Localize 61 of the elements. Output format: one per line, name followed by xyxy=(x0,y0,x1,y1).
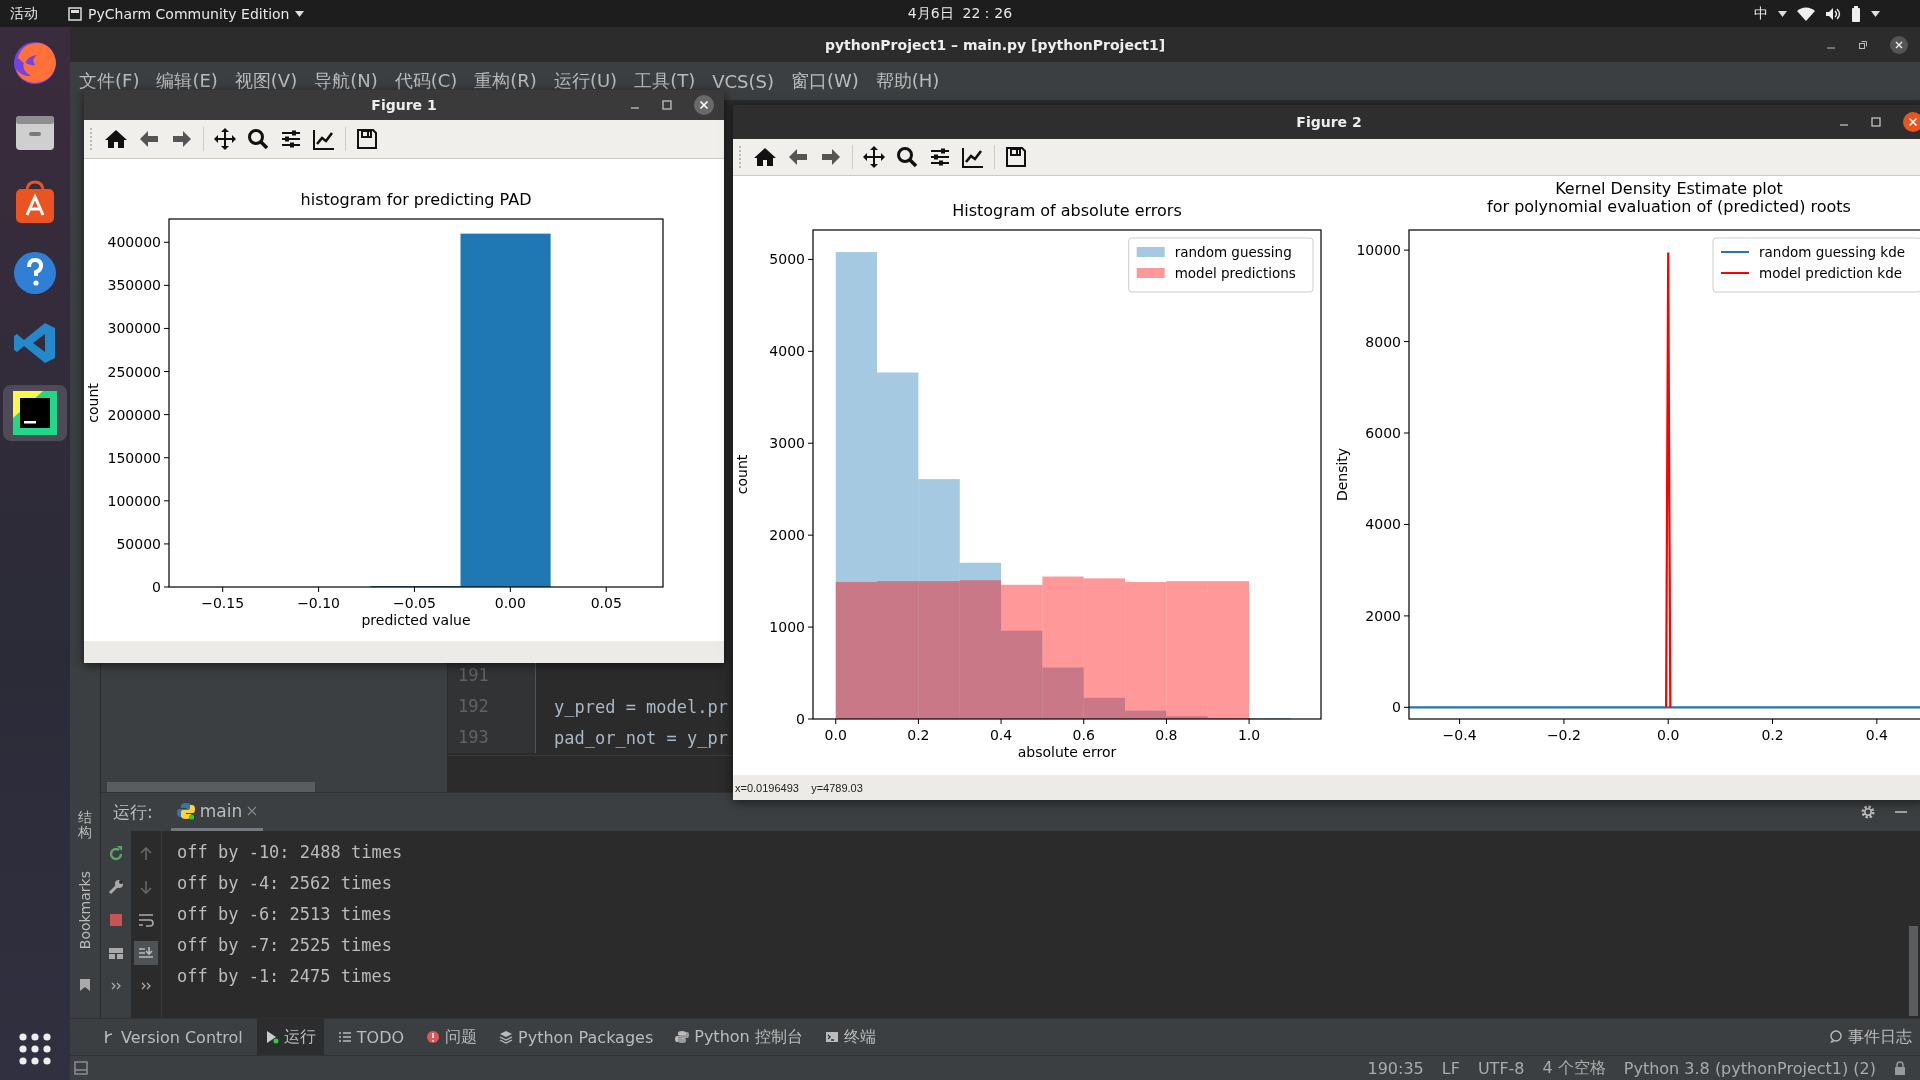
console-line: off by -10: 2488 times xyxy=(177,841,403,864)
axis-label: count xyxy=(85,383,101,423)
code-line: y_pred = model.pr xyxy=(554,696,728,717)
tick-label: 0 xyxy=(152,579,161,595)
code-line: pad_or_not = y_pr xyxy=(554,727,728,748)
console-line: off by -1: 2475 times xyxy=(177,965,393,988)
tick-label: 300000 xyxy=(107,320,161,337)
chart-title: Histogram of absolute errors xyxy=(952,201,1182,220)
axis-label: count xyxy=(734,454,750,495)
tick-label: 150000 xyxy=(107,449,161,466)
tick-label: 3000 xyxy=(769,435,805,452)
chart-title: histogram for predicting PAD xyxy=(300,190,532,209)
tick-label: −0.05 xyxy=(393,595,436,611)
tick-label: −0.2 xyxy=(1546,727,1581,743)
tick-label: 2000 xyxy=(769,527,805,544)
tick-label: 0.0 xyxy=(1657,727,1680,743)
console-line: off by -7: 2525 times xyxy=(177,934,393,957)
tick-label: 400000 xyxy=(107,234,161,251)
legend-label: model predictions xyxy=(1174,265,1296,281)
tick-label: 0.05 xyxy=(590,595,622,611)
tick-label: 0.4 xyxy=(989,727,1013,743)
tick-label: 8000 xyxy=(1365,333,1401,350)
tick-label: 1.0 xyxy=(1237,727,1261,743)
tick-label: 0 xyxy=(796,711,805,727)
legend-label: model prediction kde xyxy=(1759,265,1903,281)
tick-label: 0.00 xyxy=(494,595,526,611)
tick-label: 0.0 xyxy=(824,727,847,743)
legend-label: random guessing xyxy=(1174,244,1292,260)
tick-label: 10000 xyxy=(1356,242,1401,259)
tick-label: 0 xyxy=(1392,699,1401,716)
tick-label: 1000 xyxy=(769,619,805,636)
chart-title: Kernel Density Estimate plot for polynomial evaluation of (predicted) roots xyxy=(1487,179,1851,216)
console-line: off by -4: 2562 times xyxy=(177,872,393,895)
tick-label: −0.15 xyxy=(201,595,245,611)
axis-label: predicted value xyxy=(361,612,471,628)
tick-label: 0.2 xyxy=(1761,727,1784,743)
tick-label: 4000 xyxy=(1365,516,1401,533)
tick-label: 2000 xyxy=(1365,607,1401,624)
window-title: Figure 1 xyxy=(371,97,437,113)
tick-label: 100000 xyxy=(107,492,161,509)
window-title: pythonProject1 – main.py [pythonProject1] xyxy=(824,36,1166,53)
tick-label: 250000 xyxy=(107,363,161,380)
tick-label: −0.10 xyxy=(297,595,341,611)
tick-label: 4000 xyxy=(769,343,805,360)
legend-label: random guessing kde xyxy=(1759,244,1905,260)
tick-label: 0.8 xyxy=(1155,727,1178,743)
tick-label: 350000 xyxy=(107,277,161,294)
axis-label: absolute error xyxy=(1017,744,1117,760)
window-title: Figure 2 xyxy=(1296,114,1362,130)
tick-label: 0.6 xyxy=(1072,727,1095,743)
axis-label: Density xyxy=(1334,447,1350,502)
tick-label: 5000 xyxy=(769,251,805,268)
tick-label: −0.4 xyxy=(1442,727,1477,743)
tick-label: 50000 xyxy=(116,535,161,552)
tick-label: 6000 xyxy=(1365,425,1401,441)
tick-label: 200000 xyxy=(107,406,161,423)
panel-label: 运行: xyxy=(113,800,153,824)
status-bar: x=0.0196493 y=4789.03 xyxy=(733,775,1920,800)
tick-label: 0.4 xyxy=(1865,727,1888,743)
console-line: off by -6: 2513 times xyxy=(177,903,393,926)
tick-label: 0.2 xyxy=(907,727,930,743)
